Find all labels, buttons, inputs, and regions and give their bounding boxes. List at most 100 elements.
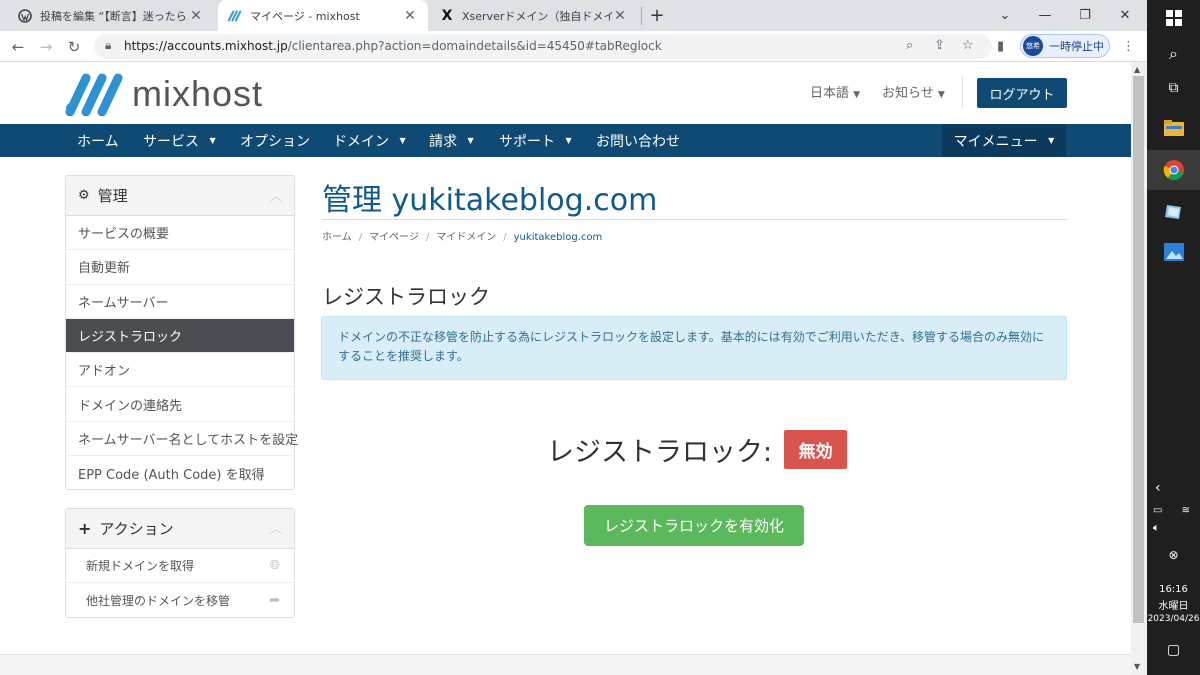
caret-down-icon: ▼ (209, 136, 216, 145)
breadcrumb-mypage[interactable]: マイページ (369, 232, 419, 243)
breadcrumb: ホーム / マイページ / マイドメイン / yukitakeblog.com (322, 228, 602, 243)
bookmark-star-icon[interactable]: ☆ (962, 38, 974, 53)
address-bar[interactable]: 🔒︎ https://accounts.mixhost.jp/clientare… (94, 34, 992, 59)
sidebar-item-registrar-lock[interactable]: レジストラロック (66, 318, 294, 354)
action-register-domain[interactable]: 新規ドメインを取得 🌐︎ (66, 549, 294, 583)
close-tab-icon[interactable]: ✕ (188, 8, 204, 24)
photos-icon[interactable] (1147, 238, 1200, 266)
my-menu-dropdown[interactable]: マイメニュー ▼ (942, 124, 1066, 157)
browser-toolbar: ← → ↻ 🔒︎ https://accounts.mixhost.jp/cli… (0, 31, 1147, 62)
sidebar-item-addons[interactable]: アドオン (66, 353, 294, 388)
caret-down-icon: ▼ (1048, 136, 1055, 145)
nav-item-billing[interactable]: 請求 ▼ (429, 124, 474, 157)
info-alert: ドメインの不正な移管を防止する為にレジストラロックを設定します。基本的には有効で… (321, 316, 1067, 380)
scroll-down-icon[interactable]: ▼ (1134, 662, 1140, 671)
section-title: レジストラロック (322, 285, 490, 309)
action-center-icon[interactable]: ▢ (1147, 640, 1200, 660)
header-divider (962, 76, 963, 108)
scrollbar-thumb[interactable] (1133, 76, 1144, 623)
manage-title: 管理 (97, 187, 128, 205)
close-window-icon[interactable]: ✕ (1110, 4, 1140, 26)
show-hidden-icons[interactable]: ‹ (1147, 478, 1200, 498)
manage-panel-header[interactable]: ⚙ 管理 ︿ (66, 176, 294, 216)
sidebar-item-epp-code[interactable]: EPP Code (Auth Code) を取得 (66, 456, 294, 490)
tab-title: 投稿を編集 “【断言】迷ったらエックス (40, 9, 188, 23)
enable-lock-button[interactable]: レジストラロックを有効化 (584, 505, 804, 546)
file-explorer-icon[interactable] (1147, 114, 1200, 142)
mixhost-logo[interactable]: mixhost (64, 70, 263, 118)
mixhost-icon (228, 9, 242, 23)
action-transfer-domain[interactable]: 他社管理のドメインを移管 ➦ (66, 583, 294, 617)
browser-tab[interactable]: X Xserverドメイン（独自ドメイン）移管 ✕ (430, 0, 638, 31)
back-arrow-icon[interactable]: ← (8, 37, 28, 57)
close-tab-icon[interactable]: ✕ (612, 8, 628, 24)
share-icon[interactable]: ⇪ (934, 38, 945, 53)
task-view-icon[interactable]: ⧉ (1147, 76, 1200, 100)
clock-day[interactable]: 水曜日 (1147, 597, 1200, 612)
new-tab-button[interactable]: + (642, 4, 672, 26)
browser-tab[interactable]: 投稿を編集 “【断言】迷ったらエックス ✕ (8, 0, 214, 31)
browser-tab-active[interactable]: マイページ - mixhost ✕ (218, 0, 428, 31)
chrome-icon[interactable] (1147, 156, 1200, 184)
scroll-up-icon[interactable]: ▲ (1134, 65, 1140, 74)
notification-x-icon[interactable]: ⊗ (1147, 546, 1200, 564)
page-title: 管理 yukitakeblog.com (322, 183, 658, 218)
breadcrumb-home[interactable]: ホーム (322, 232, 352, 243)
breadcrumb-separator: / (425, 232, 430, 243)
caret-down-icon: ▼ (853, 90, 861, 100)
clock-time[interactable]: 16:16 (1147, 582, 1200, 596)
breadcrumb-current: yukitakeblog.com (513, 232, 603, 243)
windows-taskbar: ⌕ ⧉ ‹ ▭ ≋ 🔈︎ ⊗ 16:16 水曜日 2023/04/26 ▢ (1147, 0, 1200, 675)
logout-button[interactable]: ログアウト (977, 78, 1067, 108)
page-footer (0, 654, 1131, 675)
tab-title: マイページ - mixhost (250, 9, 360, 23)
profile-paused-button[interactable]: 悠希 一時停止中 (1020, 34, 1110, 58)
minimize-icon[interactable]: — (1030, 4, 1060, 26)
actions-panel-header[interactable]: + アクション ︿ (66, 509, 294, 549)
restore-icon[interactable]: ❐ (1070, 4, 1100, 26)
status-badge: 無効 (784, 430, 848, 469)
nav-label: 請求 (429, 133, 457, 150)
nav-item-options[interactable]: オプション (240, 124, 310, 157)
sidebar-item-nameservers[interactable]: ネームサーバー (66, 285, 294, 319)
language-dropdown[interactable]: 日本語 ▼ (810, 82, 860, 101)
tab-search-icon[interactable]: ⌄ (990, 4, 1020, 26)
notices-label: お知らせ (882, 86, 934, 101)
forward-arrow-icon[interactable]: → (36, 37, 56, 57)
search-icon[interactable]: ⌕ (1147, 42, 1200, 66)
caret-down-icon: ▼ (937, 90, 945, 100)
clock-date[interactable]: 2023/04/26 (1147, 612, 1200, 626)
nav-item-home[interactable]: ホーム (77, 124, 119, 157)
nav-item-domains[interactable]: ドメイン ▼ (333, 124, 406, 157)
volume-icon[interactable]: 🔈︎ (1147, 520, 1200, 536)
zoom-search-icon[interactable]: ⌕ (906, 38, 913, 53)
sidebar-item-host-nameserver[interactable]: ネームサーバー名としてホストを設定 (66, 422, 298, 457)
notices-dropdown[interactable]: お知らせ ▼ (882, 82, 945, 101)
paused-label: 一時停止中 (1049, 40, 1104, 53)
breadcrumb-separator: / (358, 232, 363, 243)
reload-icon[interactable]: ↻ (64, 37, 84, 57)
nav-label: サポート (499, 133, 555, 150)
sidebar-item-autorenew[interactable]: 自動更新 (66, 250, 294, 285)
nav-item-services[interactable]: サービス ▼ (143, 124, 216, 157)
avatar: 悠希 (1023, 36, 1043, 56)
main-nav: ホーム サービス ▼ オプション ドメイン ▼ 請求 ▼ サポート ▼ お問い合… (0, 124, 1131, 157)
side-panel-icon[interactable]: ▮ (997, 39, 1004, 54)
browser-tab-bar: 投稿を編集 “【断言】迷ったらエックス ✕ マイページ - mixhost ✕ … (0, 0, 1147, 31)
nav-item-contact[interactable]: お問い合わせ (596, 124, 680, 157)
more-menu-icon[interactable]: ⋮ (1122, 39, 1135, 54)
chevron-up-icon[interactable]: ︿ (270, 187, 282, 204)
nav-label: ドメイン (333, 133, 389, 150)
my-menu-label: マイメニュー (953, 133, 1038, 150)
caret-down-icon: ▼ (467, 136, 474, 145)
chevron-up-icon[interactable]: ︿ (270, 520, 282, 537)
action-label: 新規ドメインを取得 (86, 559, 195, 573)
wifi-icon[interactable]: ≋ (1147, 502, 1200, 518)
app-icon[interactable] (1147, 198, 1200, 226)
windows-start-icon[interactable] (1147, 6, 1200, 30)
nav-item-support[interactable]: サポート ▼ (499, 124, 572, 157)
sidebar-item-overview[interactable]: サービスの概要 (66, 216, 294, 251)
breadcrumb-mydomains[interactable]: マイドメイン (436, 232, 496, 243)
close-tab-icon[interactable]: ✕ (402, 8, 418, 24)
sidebar-item-contacts[interactable]: ドメインの連絡先 (66, 387, 294, 422)
